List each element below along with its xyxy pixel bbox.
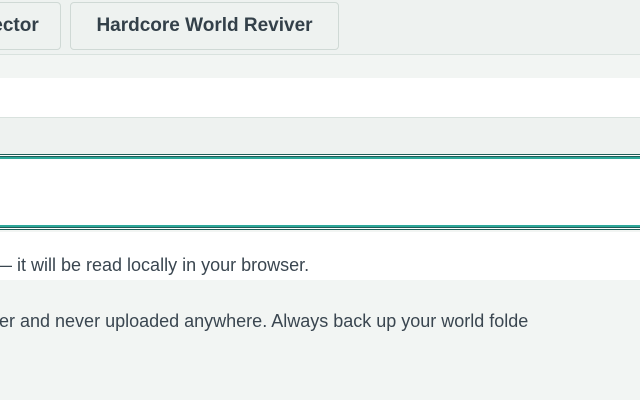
toolbar-area [0,78,640,118]
tab-bar: ector Hardcore World Reviver [0,0,640,55]
tab-hardcore-world-reviver[interactable]: Hardcore World Reviver [70,2,339,50]
privacy-note: ser and never uploaded anywhere. Always … [0,311,529,331]
file-drop-zone[interactable] [0,154,640,230]
section-divider [0,118,640,154]
tab-inspector[interactable]: ector [0,2,61,50]
upload-help-text: — it will be read locally in your browse… [0,255,310,275]
